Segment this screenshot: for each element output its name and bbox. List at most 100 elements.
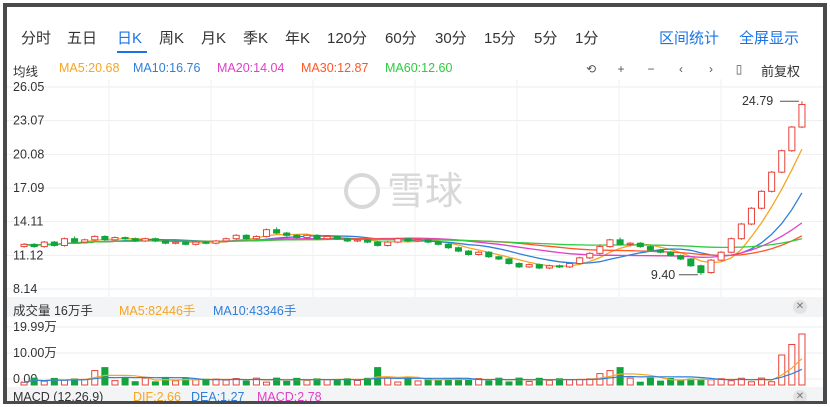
tab-15min[interactable]: 15分 — [484, 27, 516, 48]
volume-chart: 19.99万10.00万0.00 — [7, 320, 823, 386]
volume-bar — [636, 381, 644, 386]
volume-bar — [121, 377, 129, 386]
candle-body — [161, 240, 170, 244]
tab-quarter-k[interactable]: 季K — [243, 27, 268, 48]
candle-body — [747, 207, 755, 225]
volume-bar — [707, 379, 715, 386]
tab-120min[interactable]: 120分 — [327, 27, 367, 48]
candle-body — [656, 249, 665, 253]
tab-1min[interactable]: 1分 — [575, 27, 598, 48]
candle-body — [515, 263, 523, 268]
volume-bar — [727, 380, 735, 386]
tab-year-k[interactable]: 年K — [285, 27, 310, 48]
macd-value: MACD:2.78 — [257, 390, 322, 404]
close-macd-icon[interactable]: ✕ — [793, 390, 807, 401]
zoom-out-icon[interactable]: − — [643, 61, 659, 77]
volume-bar — [60, 379, 68, 386]
volume-bar — [656, 380, 665, 386]
adjust-mode-button[interactable]: 前复权 — [761, 61, 800, 80]
high-price-label: 24.79 — [742, 94, 773, 108]
candlestick-chart[interactable]: 26.05 23.07 20.08 17.09 14.11 11.12 8.14 雪球 24.7… — [7, 79, 823, 297]
candle-body — [374, 241, 382, 246]
tab-minute[interactable]: 分时 — [21, 27, 51, 48]
candle-body — [596, 246, 604, 254]
candle-body — [697, 265, 705, 274]
candle-body — [151, 238, 159, 242]
volume-bar — [30, 377, 38, 386]
candle-body — [131, 238, 139, 242]
candle-body — [232, 234, 240, 240]
volume-bar — [404, 377, 412, 386]
candle-body — [111, 237, 119, 241]
candle-body — [778, 150, 786, 173]
volume-bar — [626, 377, 634, 386]
active-tab-indicator — [117, 51, 147, 53]
candle-body — [798, 103, 806, 128]
candle-body — [545, 265, 553, 269]
fullscreen-link[interactable]: 全屏显示 — [739, 27, 799, 48]
volume-bar — [414, 380, 422, 386]
volume-bar — [323, 378, 331, 386]
candle-body — [283, 232, 291, 236]
ma60-value: MA60:12.60 — [385, 61, 453, 75]
candle-body — [566, 263, 574, 268]
candle-body — [525, 264, 533, 268]
ma5-value: MA5:20.68 — [59, 61, 120, 75]
volume-bar — [283, 380, 291, 386]
volume-bar — [242, 380, 250, 386]
candle-body — [576, 257, 584, 265]
close-volume-icon[interactable]: ✕ — [793, 300, 807, 314]
tab-60min[interactable]: 60分 — [385, 27, 417, 48]
candle-body — [50, 241, 58, 246]
ma-legend: 均线 MA5:20.68 MA10:16.76 MA20:14.04 MA30:… — [7, 59, 823, 79]
candle-body — [101, 235, 109, 241]
volume-bar — [192, 379, 200, 386]
volume-bar — [778, 354, 786, 386]
candle-body — [182, 241, 190, 245]
price-axis-label: 17.09 — [13, 181, 44, 195]
candle-body — [414, 239, 422, 242]
price-axis-label: 26.05 — [13, 80, 44, 94]
volume-ma-line-10 — [23, 368, 803, 383]
low-price-label: 9.40 — [651, 268, 675, 282]
candle-body — [616, 239, 624, 245]
volume-bar — [353, 379, 361, 386]
tab-month-k[interactable]: 月K — [201, 27, 226, 48]
candle-body — [758, 190, 766, 209]
volume-bar — [394, 381, 402, 386]
ma-label: 均线 — [13, 65, 39, 79]
candle-body — [667, 251, 675, 257]
tab-30min[interactable]: 30分 — [435, 27, 467, 48]
zoom-in-icon[interactable]: + — [613, 61, 629, 77]
macd-dif: DIF:2.66 — [133, 390, 181, 404]
volume-bar — [111, 380, 119, 386]
candle-body — [646, 246, 654, 251]
tab-day-k[interactable]: 日K — [117, 27, 142, 48]
candle-body — [353, 239, 361, 242]
volume-bar — [677, 379, 685, 386]
candle-body — [636, 242, 644, 248]
candle-body — [434, 241, 442, 245]
candle-body — [71, 238, 79, 243]
candle-body — [222, 238, 230, 242]
candle-body — [242, 234, 250, 240]
volume-bar — [545, 380, 553, 386]
candle-body — [273, 229, 281, 234]
price-axis-label: 23.07 — [13, 114, 44, 128]
candle-body — [60, 238, 68, 246]
volume-bar — [465, 379, 473, 386]
candle-body — [172, 241, 180, 244]
tab-week-k[interactable]: 周K — [159, 27, 184, 48]
range-stats-link[interactable]: 区间统计 — [659, 27, 719, 48]
marker-icon[interactable]: ▯ — [731, 61, 747, 77]
volume-header: 成交量 16万手 MA5:82446手 MA10:43346手 ✕ — [7, 297, 823, 318]
right-icon[interactable]: › — [703, 61, 719, 77]
left-icon[interactable]: ‹ — [673, 61, 689, 77]
tab-5min[interactable]: 5分 — [534, 27, 557, 48]
undo-icon[interactable]: ⟲ — [583, 61, 599, 77]
candle-body — [394, 238, 402, 243]
price-axis-label: 14.11 — [13, 215, 43, 229]
candle-body — [252, 235, 260, 240]
candle-body — [91, 235, 99, 241]
tab-five-day[interactable]: 五日 — [67, 27, 97, 48]
